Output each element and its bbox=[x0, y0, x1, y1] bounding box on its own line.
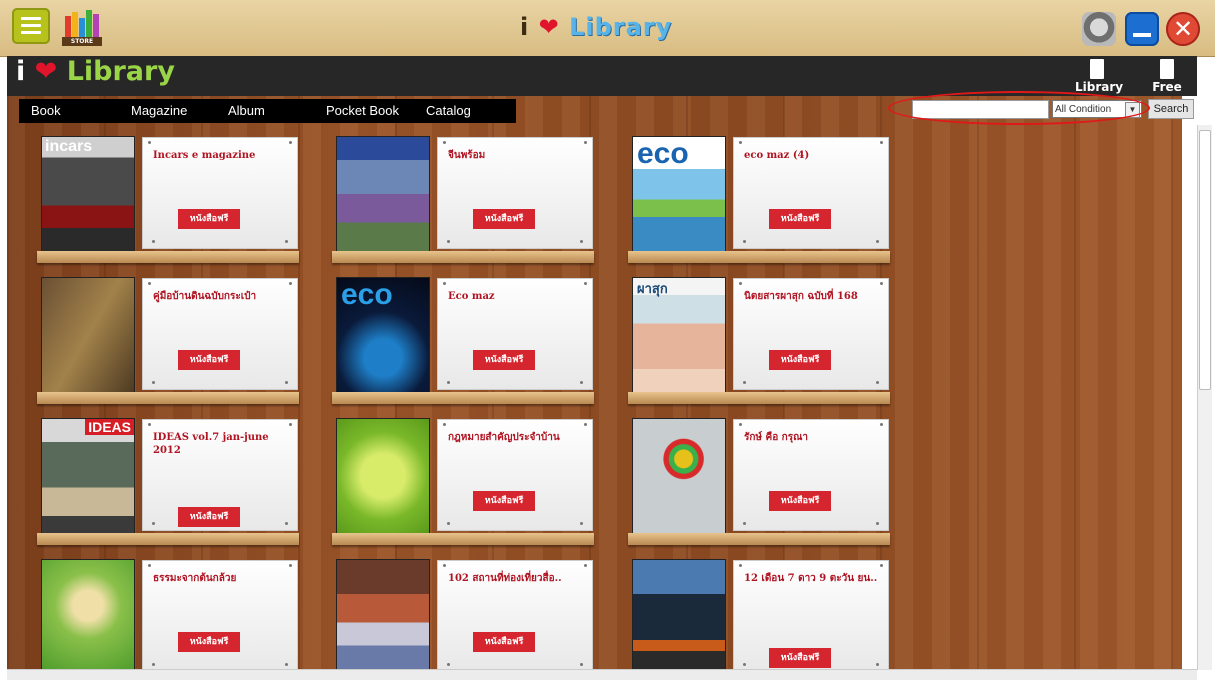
book-card: ธรรมะจากต้นกล้วย หนังสือฟรี bbox=[142, 560, 298, 672]
site-header: i ❤ Library Library Free bbox=[7, 56, 1197, 96]
category-nav: Book Magazine Album Pocket Book Catalog bbox=[19, 99, 516, 123]
book-cover[interactable] bbox=[42, 278, 134, 392]
book-item: incars Incars e magazine หนังสือฟรี bbox=[37, 137, 300, 263]
book-title[interactable]: IDEAS vol.7 jan-june 2012 bbox=[153, 431, 289, 457]
menu-icon[interactable] bbox=[12, 8, 50, 44]
book-card: IDEAS vol.7 jan-june 2012 หนังสือฟรี bbox=[142, 419, 298, 531]
library-icon bbox=[1090, 59, 1104, 79]
book-item: กฎหมายสำคัญประจำบ้าน หนังสือฟรี bbox=[332, 419, 595, 545]
book-title[interactable]: 102 สถานที่ท่องเที่ยวสื่อ.. bbox=[448, 572, 584, 585]
shelf bbox=[332, 533, 594, 545]
camera-icon[interactable] bbox=[1082, 12, 1116, 46]
free-book-button[interactable]: หนังสือฟรี bbox=[769, 350, 831, 370]
nav-album[interactable]: Album bbox=[228, 103, 265, 118]
book-cover[interactable]: eco bbox=[337, 278, 429, 392]
library-link[interactable]: Library bbox=[1075, 59, 1123, 94]
free-icon bbox=[1160, 59, 1174, 79]
book-item: รักษ์ คือ กรุณา หนังสือฟรี bbox=[628, 419, 891, 545]
book-cover[interactable]: incars bbox=[42, 137, 134, 251]
brand-logo[interactable]: i ❤ Library bbox=[16, 56, 175, 87]
book-card: รักษ์ คือ กรุณา หนังสือฟรี bbox=[733, 419, 889, 531]
book-card: กฎหมายสำคัญประจำบ้าน หนังสือฟรี bbox=[437, 419, 593, 531]
book-item: IDEAS IDEAS vol.7 jan-june 2012 หนังสือฟ… bbox=[37, 419, 300, 545]
book-cover[interactable] bbox=[633, 419, 725, 533]
free-book-button[interactable]: หนังสือฟรี bbox=[769, 209, 831, 229]
book-title[interactable]: รักษ์ คือ กรุณา bbox=[744, 431, 880, 444]
book-card: eco maz (4) หนังสือฟรี bbox=[733, 137, 889, 249]
book-cover[interactable]: IDEAS bbox=[42, 419, 134, 533]
book-card: คู่มือบ้านดินฉบับกระเป๋า หนังสือฟรี bbox=[142, 278, 298, 390]
book-card: นิตยสารผาสุก ฉบับที่ 168 หนังสือฟรี bbox=[733, 278, 889, 390]
search-button[interactable]: Search bbox=[1148, 99, 1194, 119]
shelf bbox=[628, 392, 890, 404]
book-title[interactable]: 12 เดือน 7 ดาว 9 ตะวัน ยน.. bbox=[744, 572, 880, 585]
shelf bbox=[37, 251, 299, 263]
book-cover[interactable] bbox=[337, 560, 429, 674]
free-book-button[interactable]: หนังสือฟรี bbox=[473, 209, 535, 229]
free-book-button[interactable]: หนังสือฟรี bbox=[769, 648, 831, 668]
book-cover[interactable] bbox=[337, 137, 429, 251]
book-title[interactable]: จีนพร้อม bbox=[448, 149, 584, 162]
free-book-button[interactable]: หนังสือฟรี bbox=[178, 209, 240, 229]
free-book-button[interactable]: หนังสือฟรี bbox=[178, 350, 240, 370]
free-book-button[interactable]: หนังสือฟรี bbox=[769, 491, 831, 511]
book-cover[interactable]: eco bbox=[633, 137, 725, 251]
book-card: 12 เดือน 7 ดาว 9 ตะวัน ยน.. หนังสือฟรี bbox=[733, 560, 889, 672]
nav-pocket-book[interactable]: Pocket Book bbox=[326, 103, 399, 118]
book-title[interactable]: eco maz (4) bbox=[744, 149, 880, 162]
book-item: 102 สถานที่ท่องเที่ยวสื่อ.. หนังสือฟรี bbox=[337, 560, 595, 686]
heart-icon: ❤ bbox=[34, 56, 58, 87]
book-item: 12 เดือน 7 ดาว 9 ตะวัน ยน.. หนังสือฟรี bbox=[633, 560, 891, 686]
store-label: STORE bbox=[62, 37, 102, 46]
book-card: 102 สถานที่ท่องเที่ยวสื่อ.. หนังสือฟรี bbox=[437, 560, 593, 672]
minimize-button[interactable] bbox=[1125, 12, 1159, 46]
shelf bbox=[332, 251, 594, 263]
app-title: i ❤ Library bbox=[520, 13, 673, 41]
book-item: eco Eco maz หนังสือฟรี bbox=[332, 278, 595, 404]
book-cover[interactable]: ผาสุก bbox=[633, 278, 725, 392]
book-card: Eco maz หนังสือฟรี bbox=[437, 278, 593, 390]
shelf bbox=[628, 251, 890, 263]
book-item: ธรรมะจากต้นกล้วย หนังสือฟรี bbox=[42, 560, 300, 686]
book-cover[interactable] bbox=[42, 560, 134, 674]
book-title[interactable]: นิตยสารผาสุก ฉบับที่ 168 bbox=[744, 290, 880, 303]
book-title[interactable]: Eco maz bbox=[448, 290, 584, 303]
free-book-button[interactable]: หนังสือฟรี bbox=[473, 632, 535, 652]
book-title[interactable]: กฎหมายสำคัญประจำบ้าน bbox=[448, 431, 584, 444]
highlight-annotation bbox=[888, 91, 1150, 125]
book-item: eco eco maz (4) หนังสือฟรี bbox=[628, 137, 891, 263]
shelf bbox=[37, 392, 299, 404]
free-book-button[interactable]: หนังสือฟรี bbox=[178, 507, 240, 527]
book-item: จีนพร้อม หนังสือฟรี bbox=[332, 137, 595, 263]
nav-magazine[interactable]: Magazine bbox=[131, 103, 187, 118]
book-item: คู่มือบ้านดินฉบับกระเป๋า หนังสือฟรี bbox=[37, 278, 300, 404]
shelf bbox=[628, 533, 890, 545]
app-title-bar: STORE i ❤ Library ✕ bbox=[0, 0, 1215, 57]
vertical-scroll-thumb[interactable] bbox=[1199, 130, 1211, 390]
book-title[interactable]: ธรรมะจากต้นกล้วย bbox=[153, 572, 289, 585]
book-item: ผาสุก นิตยสารผาสุก ฉบับที่ 168 หนังสือฟร… bbox=[628, 278, 891, 404]
book-cover[interactable] bbox=[337, 419, 429, 533]
book-card: Incars e magazine หนังสือฟรี bbox=[142, 137, 298, 249]
book-title[interactable]: คู่มือบ้านดินฉบับกระเป๋า bbox=[153, 290, 289, 303]
free-book-button[interactable]: หนังสือฟรี bbox=[178, 632, 240, 652]
nav-catalog[interactable]: Catalog bbox=[426, 103, 471, 118]
horizontal-scrollbar[interactable] bbox=[7, 669, 1197, 680]
heart-icon: ❤ bbox=[538, 13, 560, 41]
close-button[interactable]: ✕ bbox=[1166, 12, 1200, 46]
book-cover[interactable] bbox=[633, 560, 725, 674]
free-book-button[interactable]: หนังสือฟรี bbox=[473, 350, 535, 370]
book-card: จีนพร้อม หนังสือฟรี bbox=[437, 137, 593, 249]
book-title[interactable]: Incars e magazine bbox=[153, 149, 289, 162]
nav-book[interactable]: Book bbox=[31, 103, 61, 118]
shelf bbox=[332, 392, 594, 404]
free-book-button[interactable]: หนังสือฟรี bbox=[473, 491, 535, 511]
free-link[interactable]: Free bbox=[1145, 59, 1189, 94]
store-icon[interactable]: STORE bbox=[62, 8, 102, 46]
shelf bbox=[37, 533, 299, 545]
